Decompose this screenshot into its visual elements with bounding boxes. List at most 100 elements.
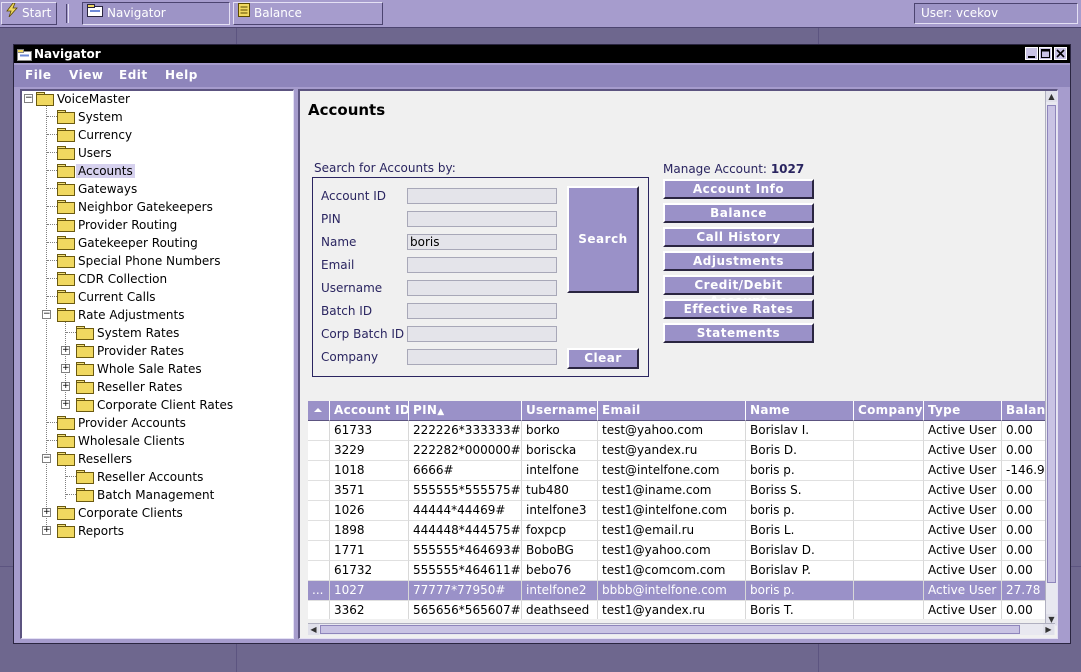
table-row[interactable]: 61732 555555*464611# bebo76 test1@comcom.co…: [308, 561, 1055, 581]
tree-item-currency[interactable]: Currency: [57, 126, 134, 144]
table-row[interactable]: 1026 44444*44469# intelfone3 test1@intelfon…: [308, 501, 1055, 521]
tree-collapse-toggle[interactable]: −: [42, 310, 51, 319]
vertical-scrollbar[interactable]: ▲ ▼: [1045, 91, 1057, 626]
minimize-button[interactable]: [1025, 47, 1038, 60]
task-balance[interactable]: Balance: [233, 2, 383, 25]
statements-button[interactable]: Statements: [663, 323, 814, 343]
balance-button[interactable]: Balance: [663, 203, 814, 223]
pin-field[interactable]: [407, 211, 557, 227]
table-row[interactable]: 1018 6666# intelfone test@intelfone.com bori…: [308, 461, 1055, 481]
tree-item-whole-sale-rates[interactable]: Whole Sale Rates: [76, 360, 204, 378]
tree-item-wholesale-clients[interactable]: Wholesale Clients: [57, 432, 187, 450]
cell-marker: [308, 421, 330, 441]
tree-item-accounts[interactable]: Accounts: [57, 162, 135, 180]
menu-help[interactable]: Help: [165, 68, 198, 82]
folder-icon: [57, 506, 75, 520]
tree-item-provider-routing[interactable]: Provider Routing: [57, 216, 179, 234]
tree-expand-toggle[interactable]: +: [42, 508, 51, 517]
scroll-left-arrow-icon[interactable]: ◀: [308, 624, 319, 635]
table-row[interactable]: 3571 555555*555575# tub480 test1@iname.com B…: [308, 481, 1055, 501]
task-label: Balance: [254, 6, 302, 20]
tree-item-special-phone-numbers[interactable]: Special Phone Numbers: [57, 252, 223, 270]
account-info-button[interactable]: Account Info: [663, 179, 814, 199]
scroll-right-arrow-icon[interactable]: ▶: [1043, 624, 1054, 635]
tree-item-reseller-rates[interactable]: Reseller Rates: [76, 378, 184, 396]
horizontal-scroll-thumb[interactable]: [320, 625, 1020, 634]
tree-item-provider-rates[interactable]: Provider Rates: [76, 342, 186, 360]
tree-expand-toggle[interactable]: +: [61, 382, 70, 391]
tree-item-corporate-client-rates[interactable]: Corporate Client Rates: [76, 396, 235, 414]
clear-button[interactable]: Clear: [567, 348, 639, 369]
cell-email: test1@comcom.com: [598, 561, 746, 581]
company-field[interactable]: [407, 349, 557, 365]
maximize-button[interactable]: [1039, 47, 1052, 60]
table-row[interactable]: 3362 565656*565607# deathseed test1@yandex.…: [308, 601, 1055, 619]
column-header-type[interactable]: Type: [924, 401, 1002, 421]
adjustments-button[interactable]: Adjustments: [663, 251, 814, 271]
tree-item-reports[interactable]: Reports: [57, 522, 126, 540]
cell-pin: 222282*000000#: [409, 441, 522, 461]
lightning-icon: [6, 3, 18, 24]
account-id-field[interactable]: [407, 188, 557, 204]
corp-batch-id-field[interactable]: [407, 326, 557, 342]
menu-file[interactable]: File: [25, 68, 52, 82]
tree-item-gatekeeper-routing[interactable]: Gatekeeper Routing: [57, 234, 200, 252]
tree-collapse-toggle[interactable]: −: [42, 454, 51, 463]
batch-id-field[interactable]: [407, 303, 557, 319]
tree-collapse-toggle[interactable]: −: [24, 94, 33, 103]
tree-item-system-rates[interactable]: System Rates: [76, 324, 181, 342]
tree-item-neighbor-gatekeepers[interactable]: Neighbor Gatekeepers: [57, 198, 215, 216]
username-field[interactable]: [407, 280, 557, 296]
menu-view[interactable]: View: [69, 68, 103, 82]
close-button[interactable]: [1054, 47, 1067, 60]
tree-item-current-calls[interactable]: Current Calls: [57, 288, 158, 306]
window-titlebar[interactable]: Navigator: [14, 45, 1070, 63]
tree-item-rate-adjustments[interactable]: Rate Adjustments: [57, 306, 186, 324]
vertical-scroll-thumb[interactable]: [1047, 105, 1056, 583]
tree-item-gateways[interactable]: Gateways: [57, 180, 139, 198]
tree-item-users[interactable]: Users: [57, 144, 114, 162]
tree-connector: [47, 152, 57, 153]
manage-account-label: Manage Account:: [663, 162, 767, 176]
start-button[interactable]: Start: [1, 2, 57, 25]
tree-item-system[interactable]: System: [57, 108, 125, 126]
email-field[interactable]: [407, 257, 557, 273]
column-header-account-id[interactable]: Account ID: [330, 401, 409, 421]
column-header-name[interactable]: Name: [746, 401, 854, 421]
column-header-email[interactable]: Email: [598, 401, 746, 421]
tree-item-batch-management[interactable]: Batch Management: [76, 486, 216, 504]
select-column-header[interactable]: [308, 401, 330, 421]
tree-item-provider-accounts[interactable]: Provider Accounts: [57, 414, 188, 432]
scroll-up-arrow-icon[interactable]: ▲: [1046, 91, 1057, 102]
search-button[interactable]: Search: [567, 186, 639, 293]
name-field[interactable]: [407, 234, 557, 250]
table-row[interactable]: 1771 555555*464693# BoboBG test1@yahoo.com B…: [308, 541, 1055, 561]
tree-expand-toggle[interactable]: +: [42, 526, 51, 535]
tree-expand-toggle[interactable]: +: [61, 400, 70, 409]
table-row[interactable]: 61733 222226*333333# borko test@yahoo.com Bo…: [308, 421, 1055, 441]
tree-item-cdr-collection[interactable]: CDR Collection: [57, 270, 169, 288]
credit-debit-account-button[interactable]: Credit/Debit Account: [663, 275, 814, 308]
tree-expand-toggle[interactable]: +: [61, 364, 70, 373]
table-row[interactable]: ... 1027 77777*77950# intelfone2 bbbb@intelf…: [308, 581, 1055, 601]
tree-item-reseller-accounts[interactable]: Reseller Accounts: [76, 468, 205, 486]
folder-icon: [76, 488, 94, 502]
column-header-username[interactable]: Username: [522, 401, 598, 421]
effective-rates-button[interactable]: Effective Rates: [663, 299, 814, 319]
cell-username: deathseed: [522, 601, 598, 619]
horizontal-scrollbar[interactable]: ◀ ▶: [308, 623, 1055, 635]
folder-icon: [57, 146, 75, 160]
tree-connector: [66, 476, 76, 477]
task-navigator[interactable]: Navigator: [82, 2, 230, 25]
call-history-button[interactable]: Call History: [663, 227, 814, 247]
tree-item-corporate-clients[interactable]: Corporate Clients: [57, 504, 185, 522]
cell-type: Active User: [924, 601, 1002, 619]
table-row[interactable]: 1898 444448*444575# foxpcp test1@email.ru Bo…: [308, 521, 1055, 541]
table-row[interactable]: 3229 222282*000000# boriscka test@yandex.ru…: [308, 441, 1055, 461]
column-header-pin[interactable]: PIN▲: [409, 401, 522, 421]
tree-expand-toggle[interactable]: +: [61, 346, 70, 355]
menu-edit[interactable]: Edit: [119, 68, 148, 82]
column-header-company[interactable]: Company: [854, 401, 924, 421]
tree-root[interactable]: VoiceMaster: [36, 91, 132, 108]
tree-item-resellers[interactable]: Resellers: [57, 450, 134, 468]
